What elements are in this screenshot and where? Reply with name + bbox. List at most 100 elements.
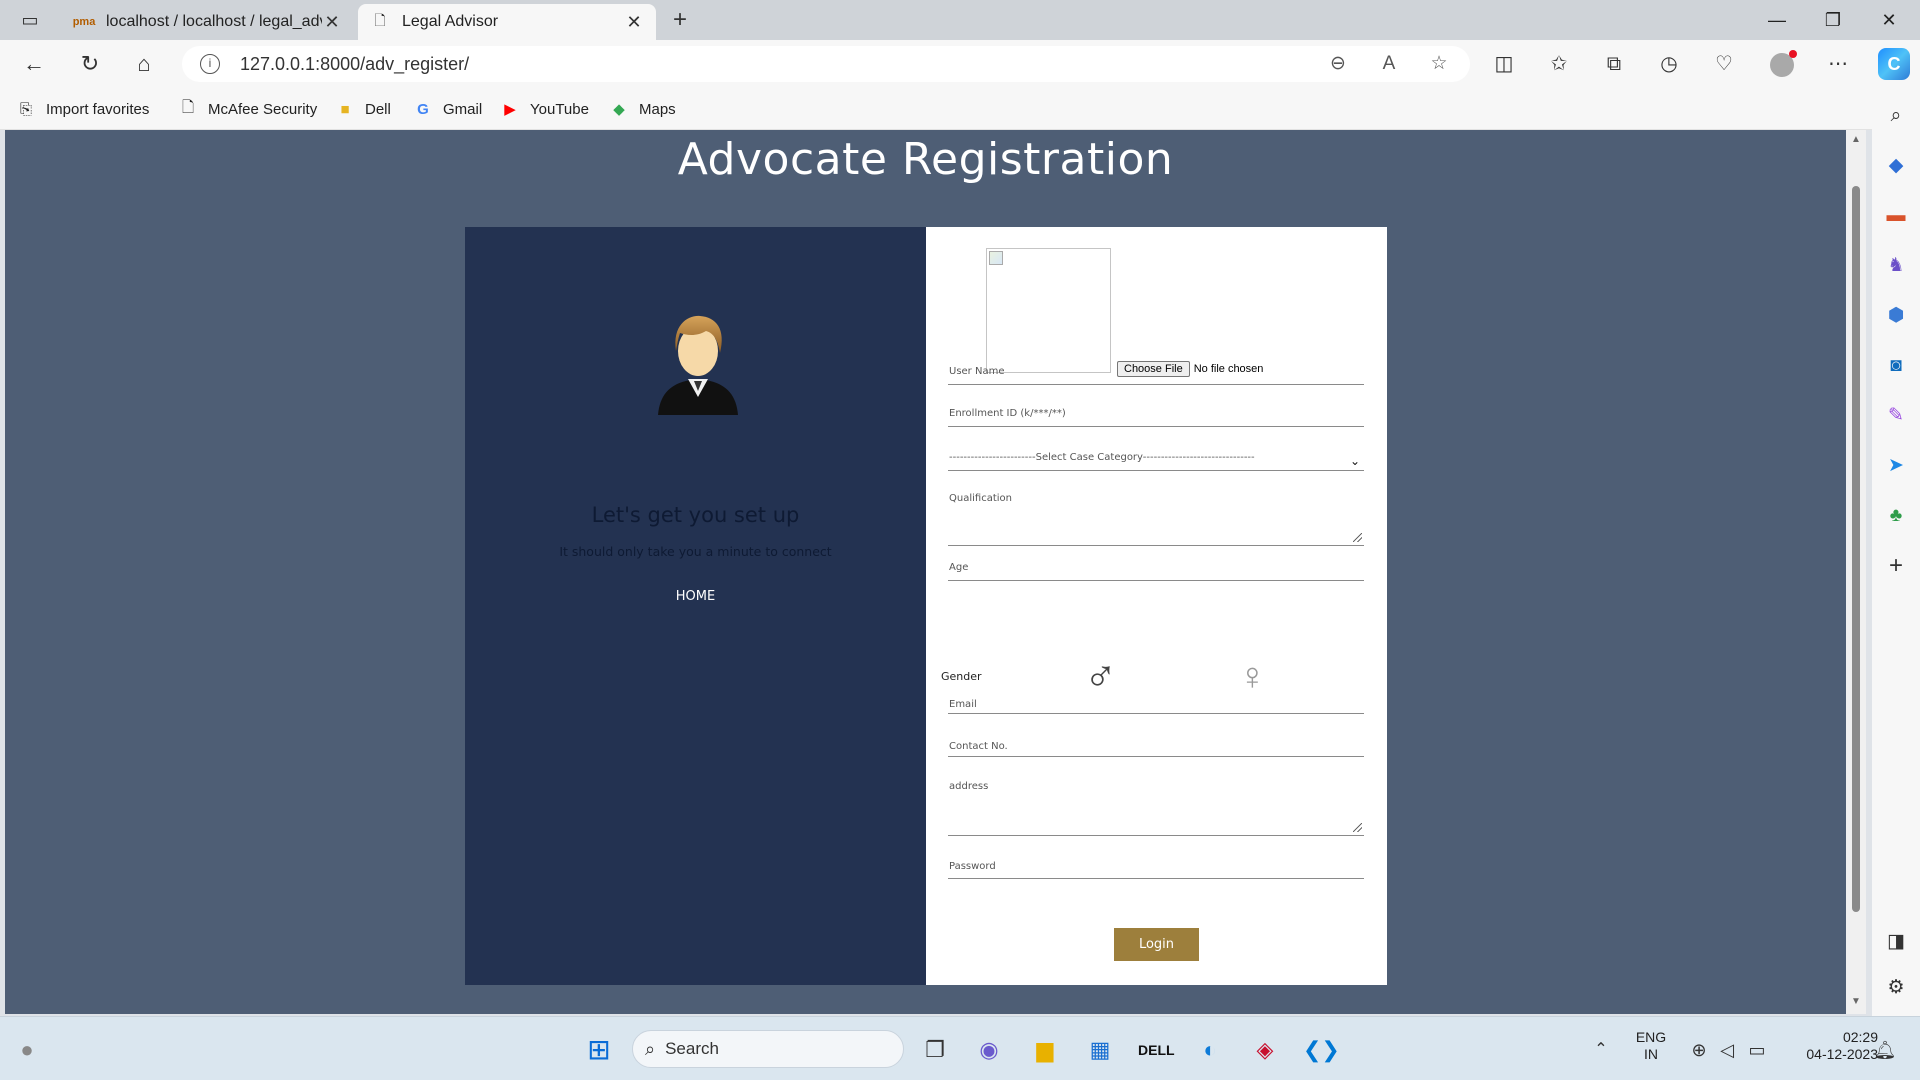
login-button[interactable]: Login [1114, 928, 1199, 961]
search-icon[interactable]: ⌕ [1882, 102, 1910, 130]
language-indicator[interactable]: ENG IN [1630, 1029, 1672, 1063]
bookmark-gmail[interactable]: G Gmail [413, 96, 482, 122]
taskbar: ● ⊞ ⌕ Search ❐ ◉ ▆ ▦ DELL ◐ ◈ ❮❯ ⌃ ENG I… [0, 1016, 1920, 1080]
password-field[interactable]: Password [948, 859, 1364, 879]
read-aloud-icon[interactable]: A [1376, 50, 1402, 78]
registration-form: Choose File No file chosen User Name Enr… [926, 227, 1387, 985]
refresh-icon[interactable]: ↻ [76, 50, 104, 78]
language-code: ENG [1635, 1029, 1667, 1045]
username-field[interactable]: User Name [948, 364, 1364, 385]
scrollbar-thumb[interactable] [1852, 186, 1860, 912]
page-icon: 🗋 [374, 12, 386, 28]
send-icon[interactable]: ➤ [1882, 452, 1910, 480]
scroll-down-icon[interactable]: ▼ [1850, 996, 1862, 1007]
google-icon: G [417, 100, 429, 118]
weather-widget-icon[interactable]: ● [10, 1033, 44, 1067]
email-placeholder: Email [949, 699, 977, 710]
close-window-icon[interactable]: ✕ [1862, 0, 1916, 40]
split-screen-icon[interactable]: ◫ [1490, 50, 1518, 78]
welcome-panel: Let's get you set up It should only take… [465, 227, 926, 985]
bookmark-import-favorites[interactable]: ⎘ Import favorites [16, 96, 149, 122]
close-tab-icon[interactable]: ✕ [322, 12, 342, 33]
close-tab-icon[interactable]: ✕ [624, 12, 644, 33]
new-tab-icon[interactable]: + [666, 6, 694, 34]
battery-icon[interactable]: ▭ [1740, 1033, 1774, 1067]
site-info-icon[interactable]: i [200, 54, 220, 74]
dell-icon[interactable]: DELL [1138, 1033, 1175, 1067]
restore-icon[interactable]: ❐ [1806, 0, 1860, 40]
edge-browser-icon[interactable]: ◐ [1193, 1033, 1227, 1067]
scroll-up-icon[interactable]: ▲ [1850, 134, 1862, 145]
folder-icon: ■ [340, 100, 350, 118]
profile-avatar-icon[interactable] [1768, 49, 1797, 78]
tab-legal-advisor[interactable]: 🗋 Legal Advisor ✕ [358, 4, 656, 40]
tab-actions-icon[interactable]: ▭ [18, 8, 42, 32]
broken-image-icon [989, 251, 1003, 265]
resize-handle-icon[interactable] [1353, 533, 1362, 542]
store-icon[interactable]: ▦ [1083, 1033, 1117, 1067]
task-view-icon[interactable]: ❐ [918, 1033, 952, 1067]
email-field[interactable]: Email [948, 698, 1364, 714]
contact-field[interactable]: Contact No. [948, 740, 1364, 757]
collections-icon[interactable]: ⧉ [1600, 50, 1628, 78]
games-icon[interactable]: ♞ [1882, 252, 1910, 280]
notification-bell-icon[interactable]: 🔔︎ [1868, 1033, 1902, 1067]
more-menu-icon[interactable]: ⋯ [1824, 50, 1852, 78]
zoom-icon[interactable]: ⊖ [1325, 50, 1351, 78]
qualification-field[interactable]: Qualification [948, 490, 1364, 546]
favorite-star-icon[interactable]: ☆ [1426, 50, 1452, 78]
tree-icon[interactable]: ♣ [1882, 502, 1910, 530]
windows-start-icon[interactable]: ⊞ [582, 1033, 616, 1067]
female-gender-icon[interactable]: ♀ [1238, 657, 1267, 697]
url-text[interactable]: 127.0.0.1:8000/adv_register/ [240, 54, 469, 75]
bookmark-label: Maps [639, 100, 676, 118]
settings-gear-icon[interactable]: ⚙ [1882, 974, 1910, 1002]
home-icon[interactable]: ⌂ [130, 50, 158, 78]
bookmark-youtube[interactable]: ▶ YouTube [500, 96, 589, 122]
male-gender-icon[interactable]: ♂ [1084, 655, 1117, 699]
gender-label: Gender [941, 670, 982, 683]
file-explorer-icon[interactable]: ▆ [1028, 1033, 1062, 1067]
bookmark-mcafee[interactable]: 🗋 McAfee Security [178, 96, 317, 122]
bookmark-dell[interactable]: ■ Dell [335, 96, 390, 122]
favorites-bar: ⎘ Import favorites 🗋 McAfee Security ■ D… [0, 88, 1920, 130]
clock[interactable]: 02:29 04-12-2023 [1778, 1029, 1878, 1063]
setup-heading: Let's get you set up [591, 503, 800, 527]
address-field[interactable]: i 127.0.0.1:8000/adv_register/ [182, 46, 1470, 82]
outlook-icon[interactable]: ◙ [1882, 352, 1910, 380]
favorites-icon[interactable]: ✩ [1545, 50, 1573, 78]
enrollment-field[interactable]: Enrollment ID (k/***/**) [948, 406, 1364, 427]
teams-chat-icon[interactable]: ◉ [972, 1033, 1006, 1067]
copilot-icon[interactable]: C [1878, 48, 1910, 80]
sidebar-toggle-icon[interactable]: ◨ [1882, 928, 1910, 956]
import-icon: ⎘ [19, 100, 32, 118]
minimize-icon[interactable]: — [1750, 0, 1804, 40]
page-scrollbar[interactable]: ▲ ▼ [1846, 130, 1866, 1014]
case-category-select[interactable]: ------------------------Select Case Cate… [948, 446, 1364, 471]
page-title: Advocate Registration [677, 134, 1174, 185]
microsoft365-icon[interactable]: ⬢ [1882, 302, 1910, 330]
designer-icon[interactable]: ✎ [1882, 402, 1910, 430]
chevron-up-icon[interactable]: ⌃ [1584, 1033, 1618, 1067]
bookmark-maps[interactable]: ◆ Maps [609, 96, 676, 122]
vscode-icon[interactable]: ❮❯ [1303, 1033, 1340, 1067]
age-field[interactable]: Age [948, 560, 1364, 581]
phpmyadmin-icon: pma [72, 16, 96, 28]
history-icon[interactable]: ◷ [1655, 50, 1683, 78]
browser-essentials-icon[interactable]: ♡ [1710, 50, 1738, 78]
tab-phpmyadmin[interactable]: pma localhost / localhost / legal_advis … [62, 4, 354, 40]
mcafee-icon[interactable]: ◈ [1248, 1033, 1282, 1067]
shopping-tag-icon[interactable]: ◆ [1882, 152, 1910, 180]
bookmark-label: McAfee Security [208, 100, 318, 118]
age-placeholder: Age [949, 562, 969, 573]
home-link[interactable]: HOME [465, 589, 926, 604]
edge-sidebar: ⌕ ◆ ▬ ♞ ⬢ ◙ ✎ ➤ ♣ + ◨ ⚙ [1872, 88, 1920, 1016]
password-placeholder: Password [949, 861, 996, 872]
taskbar-search[interactable]: ⌕ Search [632, 1030, 904, 1068]
back-icon[interactable]: ← [20, 50, 48, 78]
address-field[interactable]: address [948, 780, 1364, 836]
tools-icon[interactable]: ▬ [1882, 202, 1910, 230]
volume-icon[interactable]: ◁ [1710, 1033, 1744, 1067]
add-icon[interactable]: + [1882, 552, 1910, 580]
resize-handle-icon[interactable] [1353, 823, 1362, 832]
